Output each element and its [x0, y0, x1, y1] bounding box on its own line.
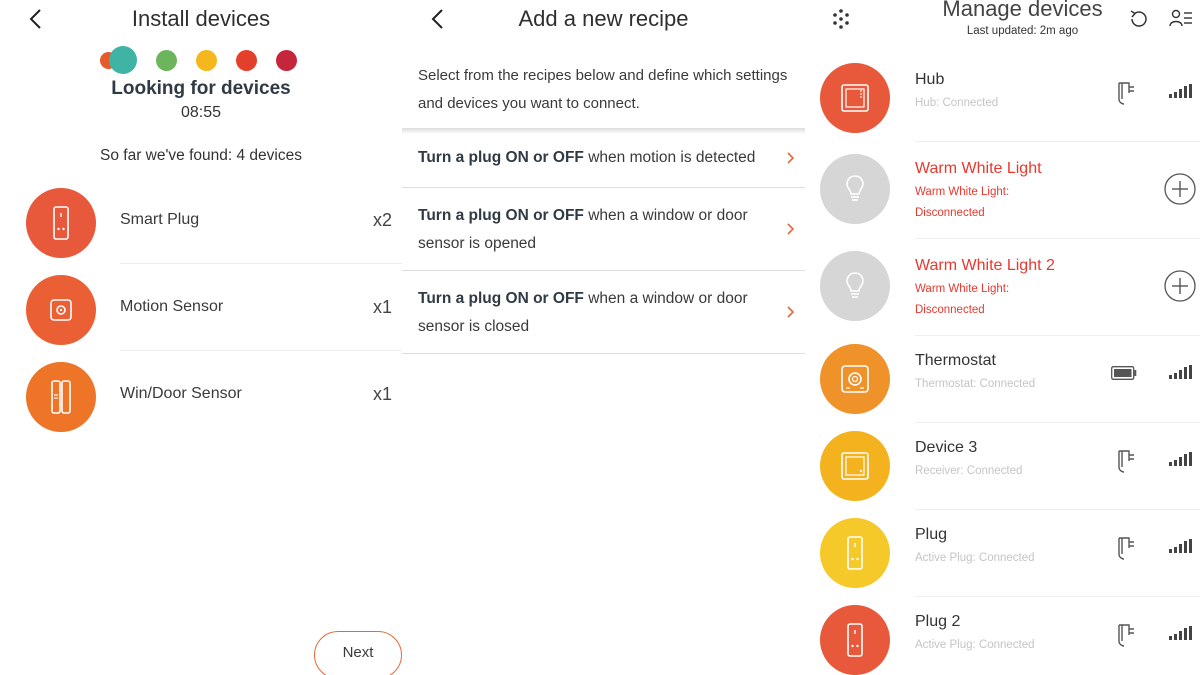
device-status: Hub: Connected: [915, 97, 999, 109]
device-row-warm-white-light-2[interactable]: Warm White Light 2 Warm White Light: Dis…: [805, 245, 1200, 336]
device-row-warm-white-light[interactable]: Warm White Light Warm White Light: Disco…: [805, 148, 1200, 239]
page-title: Add a new recipe: [518, 6, 689, 31]
device-count: x2: [372, 210, 392, 230]
chevron-right-icon: [787, 306, 795, 318]
add-circle-icon[interactable]: [1164, 270, 1196, 302]
device-name: Warm White Light 2: [915, 257, 1055, 274]
bulb-icon: [820, 251, 890, 321]
manage-devices-screen: Manage devices Last updated: 2m ago Hub …: [805, 0, 1200, 675]
device-status: Active Plug: Connected: [915, 639, 1035, 651]
status-heading: Looking for devices: [111, 78, 291, 99]
add-recipe-screen: Add a new recipe Select from the recipes…: [402, 0, 805, 675]
signal-strength-icon: [1169, 452, 1192, 466]
device-status: Warm White Light:: [915, 283, 1010, 295]
device-row-thermostat[interactable]: Thermostat Thermostat: Connected: [805, 336, 1200, 423]
door-sensor-icon: [26, 362, 96, 432]
device-row-plug[interactable]: Plug Active Plug: Connected: [805, 510, 1200, 597]
device-row-hub[interactable]: Hub Hub: Connected: [805, 55, 1200, 142]
device-row-plug-2[interactable]: Plug 2 Active Plug: Connected: [805, 597, 1200, 675]
device-status: Active Plug: Connected: [915, 552, 1035, 564]
mains-power-icon: [1118, 450, 1134, 473]
thermostat-icon: [820, 344, 890, 414]
device-name: Thermostat: [915, 352, 996, 369]
recipe-item[interactable]: Turn a plug ON or OFF when a window or d…: [402, 188, 805, 271]
recipe-text: Turn a plug ON or OFF when a window or d…: [418, 207, 748, 252]
add-circle-icon[interactable]: [1164, 173, 1196, 205]
countdown-timer: 08:55: [180, 104, 222, 121]
grid-menu-icon[interactable]: [830, 8, 852, 30]
device-row-device-3[interactable]: Device 3 Receiver: Connected: [805, 423, 1200, 510]
device-count: x1: [372, 384, 392, 404]
hub-icon: [820, 63, 890, 133]
battery-icon: [1111, 366, 1137, 380]
progress-dot: [236, 50, 257, 71]
divider: [915, 141, 1200, 142]
recipe-text: Turn a plug ON or OFF when a window or d…: [418, 290, 748, 335]
install-devices-screen: Install devices Looking for devices 08:5…: [0, 0, 402, 675]
device-name: Smart Plug: [120, 211, 200, 228]
mains-power-icon: [1118, 537, 1134, 560]
plug-icon: [26, 188, 96, 258]
found-device-row[interactable]: Smart Plug x2: [0, 177, 402, 264]
device-name: Warm White Light: [915, 160, 1042, 177]
recipe-text: Turn a plug ON or OFF when motion is det…: [418, 149, 756, 166]
bulb-icon: [820, 154, 890, 224]
plug-icon: [820, 518, 890, 588]
receiver-icon: [820, 431, 890, 501]
signal-strength-icon: [1169, 626, 1192, 640]
intro-text: Select from the recipes below and define…: [418, 67, 788, 112]
next-button[interactable]: Next: [314, 631, 402, 675]
progress-dot: [196, 50, 217, 71]
plug-icon: [820, 605, 890, 675]
mains-power-icon: [1118, 624, 1134, 647]
progress-dot: [156, 50, 177, 71]
page-title: Install devices: [131, 6, 271, 31]
divider: [915, 238, 1200, 239]
chevron-right-icon: [787, 223, 795, 235]
recipe-item[interactable]: Turn a plug ON or OFF when motion is det…: [402, 130, 805, 188]
found-summary: So far we've found: 4 devices: [100, 147, 302, 164]
user-list-icon[interactable]: [1169, 8, 1193, 30]
signal-strength-icon: [1169, 365, 1192, 379]
device-status: Receiver: Connected: [915, 465, 1023, 477]
device-status: Thermostat: Connected: [915, 378, 1036, 390]
signal-strength-icon: [1169, 84, 1192, 98]
recipe-item[interactable]: Turn a plug ON or OFF when a window or d…: [402, 271, 805, 354]
device-status: Warm White Light:: [915, 186, 1010, 198]
device-name: Device 3: [915, 439, 978, 456]
signal-strength-icon: [1169, 539, 1192, 553]
motion-sensor-icon: [26, 275, 96, 345]
device-status-detail: Disconnected: [915, 207, 985, 219]
progress-dots: [100, 46, 310, 74]
device-name: Win/Door Sensor: [120, 385, 242, 402]
mains-power-icon: [1118, 82, 1134, 105]
progress-dot-active: [109, 46, 137, 74]
device-count: x1: [372, 297, 392, 317]
found-device-row[interactable]: Motion Sensor x1: [0, 264, 402, 351]
chevron-right-icon: [787, 152, 795, 164]
device-status-detail: Disconnected: [915, 304, 985, 316]
device-name: Plug: [915, 526, 948, 543]
found-device-row[interactable]: Win/Door Sensor x1: [0, 351, 402, 438]
device-name: Plug 2: [915, 613, 961, 630]
progress-dot: [276, 50, 297, 71]
refresh-icon[interactable]: [1127, 7, 1151, 31]
device-name: Hub: [915, 71, 945, 88]
device-name: Motion Sensor: [120, 298, 224, 315]
